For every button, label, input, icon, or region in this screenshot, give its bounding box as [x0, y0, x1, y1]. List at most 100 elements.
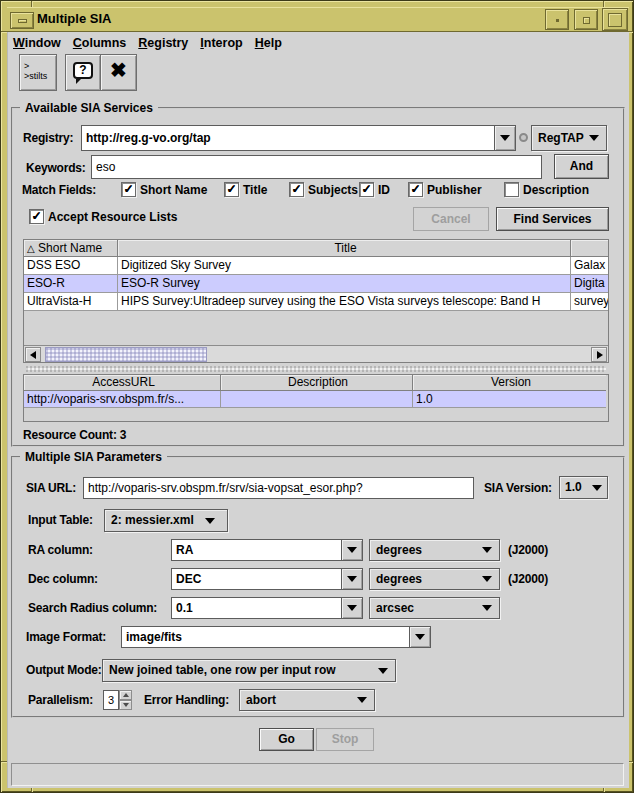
- scroll-right-button[interactable]: [591, 347, 607, 362]
- close-window-button[interactable]: ✖: [100, 54, 137, 91]
- spinner-down-button[interactable]: [119, 700, 132, 710]
- status-bar: [11, 763, 624, 786]
- parallelism-label: Parallelism:: [28, 690, 93, 710]
- maximize-icon: [608, 13, 622, 27]
- chevron-down-icon: [357, 697, 367, 703]
- chevron-down-icon: [347, 547, 357, 553]
- scroll-left-button[interactable]: [25, 347, 41, 362]
- titlebar[interactable]: Multiple SIA: [7, 7, 629, 32]
- checkbox-description[interactable]: [504, 182, 519, 197]
- parallelism-spinner[interactable]: 3: [103, 690, 132, 710]
- registry-combo-value[interactable]: http://reg.g-vo.org/tap: [81, 125, 495, 151]
- cancel-button[interactable]: Cancel: [413, 207, 489, 231]
- shade-button[interactable]: [545, 9, 569, 30]
- chevron-down-icon: [347, 605, 357, 611]
- resource-count: Resource Count: 3: [23, 428, 126, 442]
- ra-column-combo[interactable]: RA: [171, 539, 363, 561]
- search-radius-value[interactable]: 0.1: [171, 597, 342, 619]
- image-format-dropdown[interactable]: [409, 626, 431, 648]
- dec-column-value[interactable]: DEC: [171, 568, 342, 590]
- image-format-value[interactable]: image/fits: [121, 626, 410, 648]
- sort-ascending-icon: △: [27, 243, 35, 254]
- dec-unit-combo[interactable]: degrees: [369, 568, 500, 590]
- checkbox-title-label: Title: [243, 183, 267, 197]
- checkbox-publisher[interactable]: ✓: [408, 182, 423, 197]
- progress-strip: [26, 366, 606, 372]
- checkbox-publisher-label: Publisher: [427, 183, 482, 197]
- error-handling-value: abort: [246, 693, 276, 707]
- radius-unit-combo[interactable]: arcsec: [369, 597, 500, 619]
- registry-mode-combo[interactable]: RegTAP: [531, 125, 607, 151]
- error-handling-combo[interactable]: abort: [239, 689, 375, 711]
- chevron-down-icon: [482, 605, 492, 611]
- input-table-combo[interactable]: 2: messier.xml: [104, 509, 228, 532]
- dec-column-combo[interactable]: DEC: [171, 568, 363, 590]
- checkbox-accept-resource-lists[interactable]: ✓: [29, 209, 44, 224]
- horizontal-scrollbar[interactable]: [24, 345, 608, 362]
- image-format-label: Image Format:: [26, 626, 106, 648]
- check-icon: ✓: [123, 182, 133, 196]
- menu-registry[interactable]: Registry: [132, 34, 194, 52]
- available-services-title: Available SIA Services: [20, 101, 158, 115]
- sia-version-label: SIA Version:: [484, 477, 552, 499]
- column-header-title[interactable]: Title: [118, 240, 571, 257]
- checkbox-title[interactable]: ✓: [224, 182, 239, 197]
- keywords-label: Keywords:: [26, 156, 86, 180]
- menu-window[interactable]: Window: [7, 34, 67, 52]
- keywords-input[interactable]: eso: [91, 155, 542, 179]
- sia-version-combo[interactable]: 1.0: [559, 476, 608, 499]
- sia-url-input[interactable]: http://voparis-srv.obspm.fr/srv/sia-vops…: [83, 477, 474, 499]
- stop-button[interactable]: Stop: [316, 728, 374, 751]
- spinner-up-button[interactable]: [119, 690, 132, 700]
- maximize-button[interactable]: [602, 8, 628, 31]
- window-frame: Multiple SIA Window Columns Registry Int…: [0, 0, 634, 793]
- column-header-version[interactable]: Version: [413, 375, 606, 391]
- check-icon: ✓: [226, 182, 236, 196]
- find-services-button[interactable]: Find Services: [496, 207, 609, 231]
- checkbox-id[interactable]: ✓: [359, 182, 374, 197]
- column-header-extra[interactable]: [571, 240, 608, 257]
- error-handling-label: Error Handling:: [144, 690, 229, 710]
- column-header-short-name[interactable]: △ Short Name: [24, 240, 118, 257]
- search-radius-combo[interactable]: 0.1: [171, 597, 363, 619]
- iconify-button[interactable]: [574, 9, 598, 30]
- menu-columns[interactable]: Columns: [67, 34, 132, 52]
- parallelism-value[interactable]: 3: [103, 690, 119, 710]
- check-icon: ✓: [361, 182, 371, 196]
- help-button[interactable]: ?: [65, 54, 101, 91]
- and-button[interactable]: And: [554, 154, 609, 179]
- table-row[interactable]: DSS ESO Digitized Sky Survey Galax: [24, 257, 608, 275]
- menu-help[interactable]: Help: [249, 34, 288, 52]
- window-body: Window Columns Registry Interop Help >>s…: [7, 32, 629, 788]
- cell: Digitized Sky Survey: [118, 257, 571, 275]
- search-radius-dropdown[interactable]: [341, 597, 363, 619]
- table-row[interactable]: UltraVista-H HIPS Survey:Ultradeep surve…: [24, 293, 608, 311]
- match-fields-label: Match Fields:: [22, 182, 96, 198]
- table-row-selected[interactable]: ESO-R ESO-R Survey Digita: [24, 275, 608, 293]
- accept-resource-lists-label: Accept Resource Lists: [48, 210, 177, 224]
- ra-column-value[interactable]: RA: [171, 539, 342, 561]
- scrollbar-thumb[interactable]: [45, 347, 207, 362]
- registry-combo[interactable]: http://reg.g-vo.org/tap: [81, 125, 516, 151]
- image-format-combo[interactable]: image/fits: [121, 626, 431, 648]
- check-icon: ✓: [31, 209, 41, 223]
- output-mode-label: Output Mode:: [26, 659, 102, 682]
- triangle-down-icon: [123, 703, 129, 707]
- column-header-description[interactable]: Description: [221, 375, 413, 391]
- stilts-button[interactable]: >>stilts: [19, 54, 57, 91]
- checkbox-subjects[interactable]: ✓: [289, 182, 304, 197]
- ra-unit-combo[interactable]: degrees: [369, 539, 500, 561]
- chevron-down-icon: [592, 485, 602, 491]
- checkbox-short-name[interactable]: ✓: [121, 182, 136, 197]
- column-header-accessurl[interactable]: AccessURL: [24, 375, 221, 391]
- registry-combo-dropdown[interactable]: [494, 125, 516, 151]
- window-menu-button[interactable]: [10, 12, 34, 29]
- menu-interop[interactable]: Interop: [194, 34, 248, 52]
- dec-unit-value: degrees: [376, 572, 422, 586]
- ra-column-dropdown[interactable]: [341, 539, 363, 561]
- output-mode-combo[interactable]: New joined table, one row per input row: [102, 659, 396, 682]
- go-button[interactable]: Go: [259, 728, 314, 751]
- dec-column-dropdown[interactable]: [341, 568, 363, 590]
- checkbox-subjects-label: Subjects: [308, 183, 358, 197]
- table-row-selected[interactable]: http://voparis-srv.obspm.fr/s... 1.0: [24, 391, 608, 408]
